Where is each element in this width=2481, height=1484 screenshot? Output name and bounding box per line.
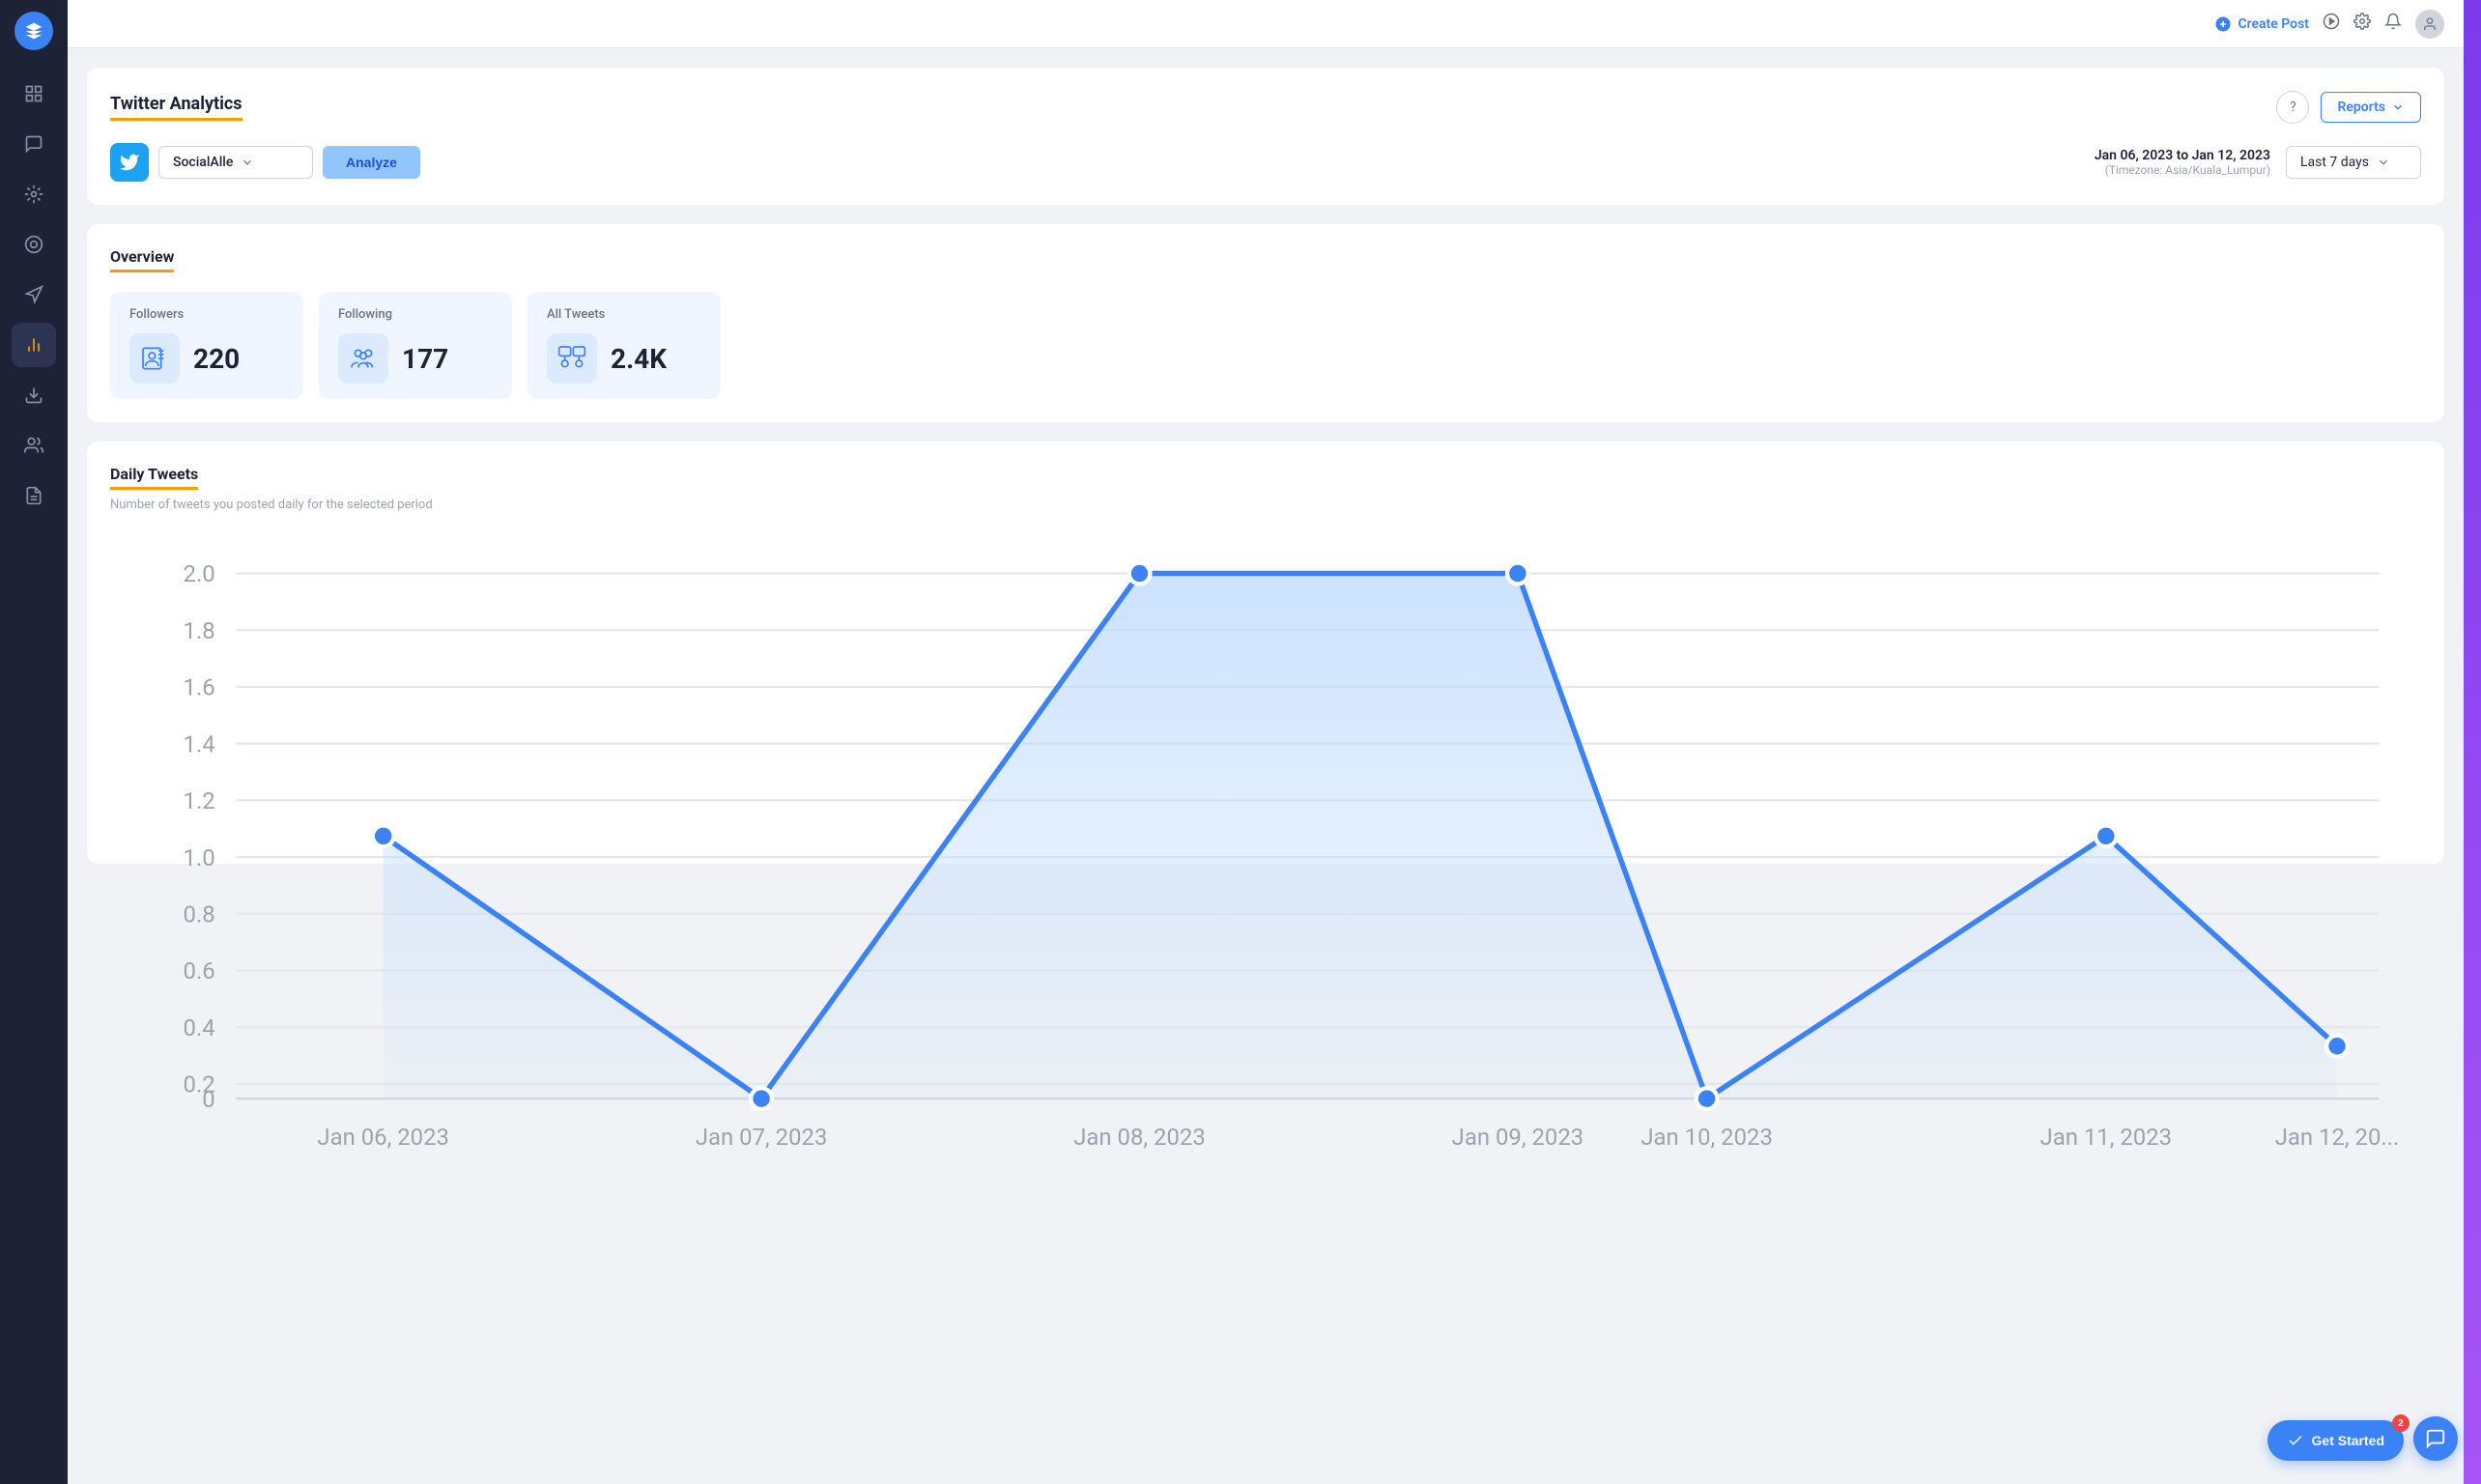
main-area: Create Post Twitter Analytics ? Reports — [68, 0, 2464, 1484]
svg-text:Jan 07, 2023: Jan 07, 2023 — [696, 1124, 828, 1151]
svg-text:1.6: 1.6 — [184, 674, 215, 701]
chart-title: Daily Tweets — [110, 465, 198, 490]
user-avatar[interactable] — [2415, 10, 2444, 39]
create-post-button[interactable]: Create Post — [2214, 15, 2309, 33]
svg-text:Jan 08, 2023: Jan 08, 2023 — [1073, 1124, 1206, 1151]
chart-container: 2.0 1.8 1.6 1.4 1.2 1.0 0.8 0.6 0.4 0.2 … — [110, 531, 2421, 841]
svg-text:1.2: 1.2 — [184, 787, 215, 814]
sidebar-item-dashboard[interactable] — [12, 71, 56, 116]
svg-text:Jan 06, 2023: Jan 06, 2023 — [317, 1124, 449, 1151]
account-dropdown[interactable]: SocialAlle — [158, 146, 313, 179]
content-area: Twitter Analytics ? Reports SocialAlle — [68, 48, 2464, 1484]
right-accent — [2464, 0, 2481, 1484]
overview-title: Overview — [110, 247, 174, 272]
timezone: (Timezone: Asia/Kuala_Lumpur) — [2095, 163, 2270, 177]
tweets-icon — [547, 333, 597, 384]
settings-icon[interactable] — [2353, 13, 2371, 35]
svg-text:Jan 09, 2023: Jan 09, 2023 — [1452, 1124, 1584, 1151]
followers-content: 220 — [129, 333, 284, 384]
sidebar-item-connections[interactable] — [12, 172, 56, 216]
stat-card-following: Following 177 — [319, 292, 512, 399]
following-value: 177 — [402, 343, 448, 375]
help-button[interactable]: ? — [2276, 91, 2309, 124]
analytics-title: Twitter Analytics — [110, 94, 242, 121]
sidebar-item-megaphone[interactable] — [12, 272, 56, 317]
svg-text:2.0: 2.0 — [184, 560, 215, 587]
daily-tweets-chart: 2.0 1.8 1.6 1.4 1.2 1.0 0.8 0.6 0.4 0.2 … — [110, 531, 2421, 1161]
twitter-icon — [110, 143, 149, 182]
notification-badge: 2 — [2392, 1414, 2410, 1432]
following-icon — [338, 333, 388, 384]
reports-button[interactable]: Reports — [2321, 92, 2421, 123]
analytics-header-card: Twitter Analytics ? Reports SocialAlle — [87, 68, 2444, 205]
svg-text:1.4: 1.4 — [184, 730, 215, 757]
svg-text:0: 0 — [202, 1086, 214, 1113]
stats-grid: Followers 220 — [110, 292, 2421, 399]
notifications-icon[interactable] — [2384, 13, 2402, 35]
stat-card-tweets: All Tweets 2.4K — [528, 292, 721, 399]
svg-text:1.0: 1.0 — [184, 844, 215, 871]
tweets-content: 2.4K — [547, 333, 701, 384]
svg-text:Jan 11, 2023: Jan 11, 2023 — [2040, 1124, 2173, 1151]
app-logo[interactable] — [14, 12, 53, 50]
play-icon[interactable] — [2323, 13, 2340, 35]
account-selector: SocialAlle Analyze — [110, 143, 420, 182]
chart-subtitle: Number of tweets you posted daily for th… — [110, 498, 2421, 512]
svg-text:0.6: 0.6 — [184, 957, 215, 985]
date-range: Jan 06, 2023 to Jan 12, 2023 — [2095, 148, 2270, 163]
stat-card-followers: Followers 220 — [110, 292, 303, 399]
tweets-value: 2.4K — [611, 343, 667, 375]
sidebar-item-download[interactable] — [12, 373, 56, 417]
get-started-button[interactable]: Get Started 2 — [2267, 1420, 2404, 1461]
sidebar — [0, 0, 68, 1484]
chart-card: Daily Tweets Number of tweets you posted… — [87, 442, 2444, 864]
sidebar-item-monitor[interactable] — [12, 222, 56, 267]
account-row: SocialAlle Analyze Jan 06, 2023 to Jan 1… — [110, 143, 2421, 182]
period-dropdown[interactable]: Last 7 days — [2286, 146, 2421, 179]
overview-card: Overview Followers — [87, 224, 2444, 422]
followers-label: Followers — [129, 307, 284, 322]
followers-value: 220 — [193, 343, 240, 375]
svg-text:0.8: 0.8 — [184, 900, 215, 928]
sidebar-item-messages[interactable] — [12, 122, 56, 166]
svg-text:Jan 10, 2023: Jan 10, 2023 — [1640, 1124, 1773, 1151]
sidebar-item-reports[interactable] — [12, 473, 56, 518]
chat-button[interactable] — [2413, 1416, 2458, 1461]
followers-icon — [129, 333, 180, 384]
tweets-label: All Tweets — [547, 307, 701, 322]
analyze-button[interactable]: Analyze — [323, 146, 420, 179]
sidebar-item-team[interactable] — [12, 423, 56, 468]
svg-text:1.8: 1.8 — [184, 617, 215, 644]
analytics-header: Twitter Analytics ? Reports — [110, 91, 2421, 124]
following-label: Following — [338, 307, 493, 322]
svg-text:Jan 12, 20...: Jan 12, 20... — [2275, 1124, 2400, 1151]
svg-text:0.4: 0.4 — [184, 1014, 215, 1042]
date-period-row: Jan 06, 2023 to Jan 12, 2023 (Timezone: … — [2095, 146, 2421, 179]
following-content: 177 — [338, 333, 493, 384]
sidebar-item-analytics[interactable] — [12, 323, 56, 367]
topbar: Create Post — [68, 0, 2464, 48]
date-info: Jan 06, 2023 to Jan 12, 2023 (Timezone: … — [2095, 148, 2270, 177]
analytics-header-right: ? Reports — [2276, 91, 2421, 124]
